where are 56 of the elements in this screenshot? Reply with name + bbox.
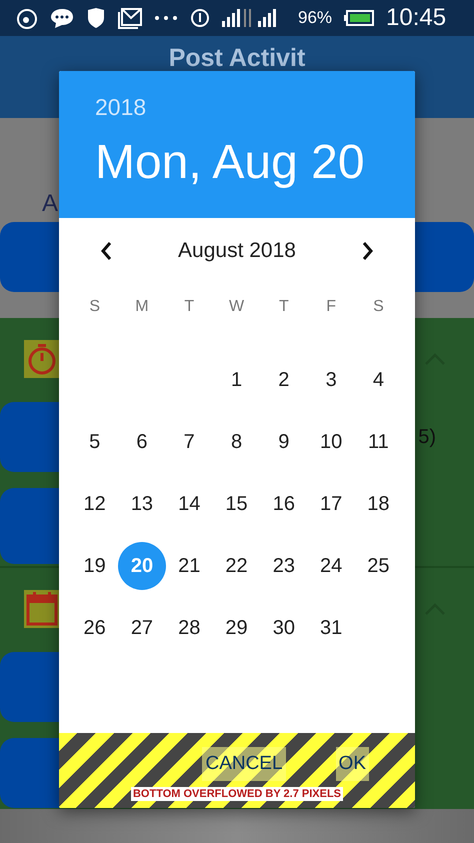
calendar-day[interactable]: 21 — [169, 546, 210, 586]
clock-time: 10:45 — [386, 4, 446, 32]
calendar-day[interactable]: 16 — [264, 484, 304, 524]
calendar-day[interactable]: 11 — [358, 422, 398, 462]
calendar-day[interactable]: 3 — [311, 360, 352, 400]
calendar-day[interactable]: 13 — [122, 484, 162, 524]
calendar-day[interactable]: 2 — [264, 360, 304, 400]
calendar-day[interactable]: 26 — [74, 608, 115, 648]
selected-date: Mon, Aug 20 — [95, 135, 366, 191]
weekday-label: M — [135, 297, 149, 316]
chat-icon — [50, 7, 74, 29]
dialog-button[interactable]: OK — [336, 747, 369, 781]
dialog-button[interactable]: CANCEL — [202, 747, 286, 781]
calendar-day[interactable]: 9 — [264, 422, 304, 462]
field-label: A — [42, 190, 60, 218]
calendar-day[interactable]: 28 — [169, 608, 210, 648]
month-label: August 2018 — [178, 239, 296, 263]
battery-percent: 96% — [298, 8, 332, 28]
calendar-day[interactable]: 30 — [264, 608, 304, 648]
calendar-day[interactable]: 5 — [74, 422, 115, 462]
calendar-day[interactable]: 14 — [169, 484, 210, 524]
more-icon — [154, 15, 178, 21]
overflow-warning: BOTTOM OVERFLOWED BY 2.7 PIXELS — [130, 787, 343, 801]
calendar-day[interactable]: 29 — [216, 608, 257, 648]
calendar-day[interactable]: 23 — [264, 546, 304, 586]
calendar-day[interactable]: 6 — [122, 422, 162, 462]
chevron-right-icon — [362, 241, 374, 261]
calendar-day[interactable]: 18 — [358, 484, 398, 524]
weekday-label: F — [326, 297, 336, 316]
calendar-day[interactable]: 7 — [169, 422, 210, 462]
chevron-left-icon — [100, 241, 112, 261]
weekday-label: W — [228, 297, 244, 316]
calendar-day[interactable]: 24 — [311, 546, 352, 586]
calendar-day[interactable]: 15 — [216, 484, 257, 524]
weekday-label: T — [278, 297, 289, 316]
calendar-day[interactable]: 27 — [122, 608, 162, 648]
value-text: 5) — [418, 426, 436, 448]
calendar-day[interactable]: 12 — [74, 484, 115, 524]
weekday-label: S — [89, 297, 100, 316]
calendar-day[interactable]: 10 — [311, 422, 352, 462]
calendar-day[interactable]: 19 — [74, 546, 115, 586]
weekday-label: T — [184, 297, 194, 316]
calendar-day[interactable]: 1 — [216, 360, 257, 400]
calendar-day[interactable]: 4 — [358, 360, 398, 400]
stopwatch-icon — [24, 340, 60, 378]
weekday-label: S — [373, 297, 384, 316]
calendar-day[interactable]: 17 — [311, 484, 352, 524]
app-title: Post Activit — [168, 44, 306, 74]
calendar-icon — [24, 590, 60, 628]
shield-icon — [86, 7, 106, 29]
battery-icon — [344, 10, 374, 26]
mail-icon — [118, 7, 142, 29]
calendar-day[interactable]: 31 — [311, 608, 352, 648]
calendar-day[interactable]: 22 — [216, 546, 257, 586]
calendar-day[interactable]: 25 — [358, 546, 398, 586]
calendar-day[interactable]: 8 — [216, 422, 257, 462]
